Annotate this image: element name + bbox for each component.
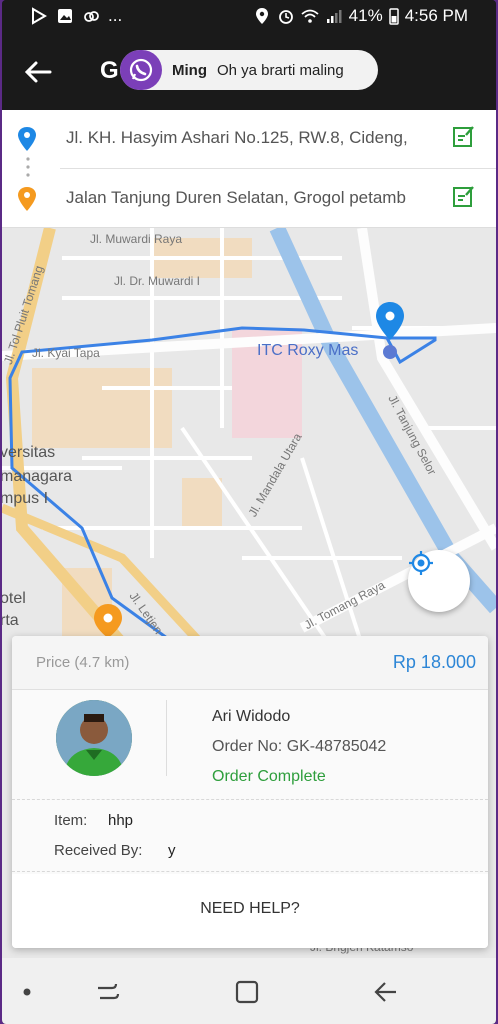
- price-row: Price (4.7 km) Rp 18.000: [12, 636, 488, 690]
- received-line: Received By: y: [54, 842, 176, 859]
- divider: [60, 168, 496, 169]
- pickup-row[interactable]: Jl. KH. Hasyim Ashari No.125, RW.8, Cide…: [2, 110, 496, 166]
- notification-sender: Ming: [172, 61, 207, 79]
- home-icon[interactable]: [233, 978, 261, 1006]
- whatsapp-icon: [120, 50, 162, 90]
- play-store-icon: [32, 7, 47, 25]
- destination-address: Jalan Tanjung Duren Selatan, Grogol peta…: [66, 188, 406, 207]
- recent-apps-icon[interactable]: [94, 978, 122, 1006]
- status-overflow: ...: [108, 6, 123, 25]
- help-row: NEED HELP?: [12, 874, 488, 948]
- order-card: Price (4.7 km) Rp 18.000 Ari Widodo Orde…: [12, 636, 488, 948]
- order-number: Order No: GK-48785042: [212, 738, 387, 755]
- order-status: Order Complete: [212, 768, 326, 785]
- image-icon: [58, 9, 72, 23]
- signal-icon: [326, 10, 342, 23]
- pickup-pin-icon: [18, 127, 36, 151]
- map-label: mpus I: [2, 490, 49, 507]
- map-label: otel: [2, 590, 26, 607]
- price-label: Price (4.7 km): [36, 654, 130, 671]
- battery-icon: [388, 8, 399, 25]
- pickup-address: Jl. KH. Hasyim Ashari No.125, RW.8, Cide…: [66, 128, 408, 147]
- map-label: ITC Roxy Mas: [257, 342, 359, 359]
- alarm-icon: [278, 10, 293, 24]
- clock: 4:56 PM: [404, 6, 468, 25]
- driver-row: Ari Widodo Order No: GK-48785042 Order C…: [12, 690, 488, 800]
- destination-pin-icon: [18, 187, 36, 211]
- battery-percent: 41%: [348, 6, 383, 25]
- location-icon: [255, 8, 268, 24]
- received-value: y: [168, 842, 176, 859]
- chat-notification[interactable]: Ming Oh ya brarti maling: [120, 50, 378, 90]
- back-nav-icon[interactable]: [372, 978, 400, 1006]
- item-value: hhp: [108, 812, 134, 829]
- map-label: Jl. Dr. Muwardi I: [114, 274, 201, 288]
- cloud-icon: [84, 11, 99, 22]
- delivery-info: Item: hhp Received By: y: [12, 800, 488, 872]
- system-nav-bar: [2, 958, 496, 1024]
- my-location-button[interactable]: [408, 550, 470, 612]
- map-label: managara: [2, 468, 73, 485]
- wifi-icon: [301, 9, 319, 23]
- map-label: Jl. Muwardi Raya: [90, 232, 183, 246]
- status-bar: ... 41% 4:56 PM: [2, 0, 496, 34]
- notification-message: Oh ya brarti maling: [217, 61, 344, 79]
- map-label: Jl. Kyai Tapa: [32, 346, 100, 360]
- item-line: Item: hhp: [54, 812, 133, 829]
- divider: [166, 700, 167, 776]
- dot-icon[interactable]: [20, 978, 34, 1006]
- driver-avatar: [56, 700, 132, 776]
- map-label: versitas: [2, 444, 56, 461]
- need-help-button[interactable]: NEED HELP?: [12, 900, 488, 918]
- map-label: rta: [2, 612, 19, 629]
- edit-pickup-icon[interactable]: [452, 124, 476, 148]
- price-value: Rp 18.000: [392, 652, 476, 672]
- page-title: G: [100, 57, 119, 84]
- route-panel: Jl. KH. Hasyim Ashari No.125, RW.8, Cide…: [2, 110, 496, 228]
- received-label: Received By:: [54, 842, 143, 859]
- phone-screen: ... 41% 4:56 PM G Ming Oh ya brarti mali…: [2, 0, 496, 1024]
- crosshair-icon: [409, 551, 433, 575]
- driver-name: Ari Widodo: [212, 708, 291, 725]
- item-label: Item:: [54, 812, 88, 829]
- back-arrow-icon[interactable]: [22, 56, 54, 88]
- edit-destination-icon[interactable]: [452, 184, 476, 208]
- destination-row[interactable]: Jalan Tanjung Duren Selatan, Grogol peta…: [2, 170, 496, 226]
